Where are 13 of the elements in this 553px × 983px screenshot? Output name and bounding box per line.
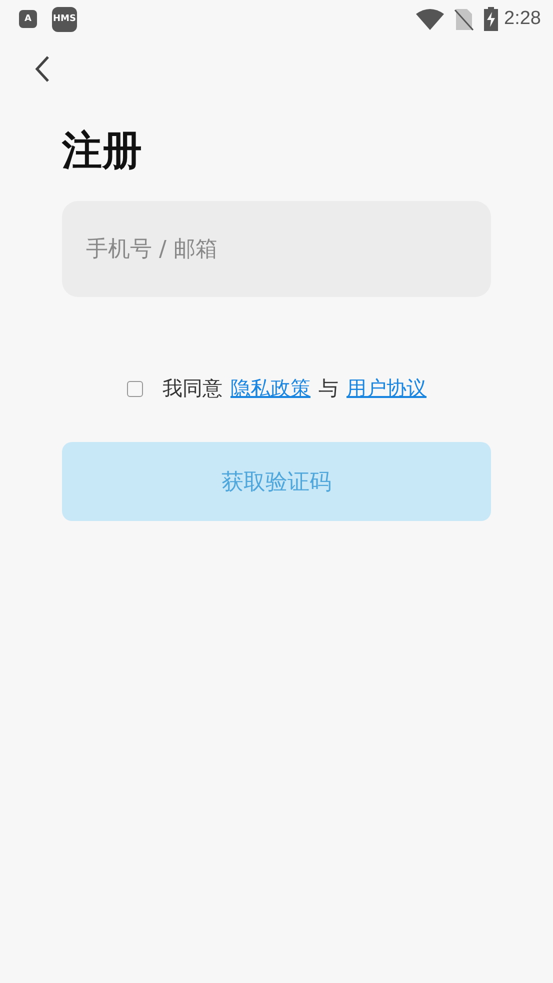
page-title: 注册 [62, 127, 143, 176]
agreement-text: 我同意 [162, 375, 222, 402]
agreement-text: 与 [318, 375, 338, 402]
no-sim-icon [454, 8, 474, 30]
account-input-field[interactable]: 手机号 / 邮箱 [62, 201, 491, 297]
policy-link[interactable]: 用户协议 [346, 375, 426, 402]
app-notification-icon: A [19, 10, 37, 28]
app-notification-icon: HMS [52, 6, 77, 32]
wifi-icon [416, 8, 444, 30]
policy-link[interactable]: 隐私政策 [230, 375, 310, 402]
clock-time: 2:28 [504, 8, 541, 30]
agreement-checkbox[interactable] [126, 380, 142, 396]
battery-charging-icon [484, 7, 498, 31]
